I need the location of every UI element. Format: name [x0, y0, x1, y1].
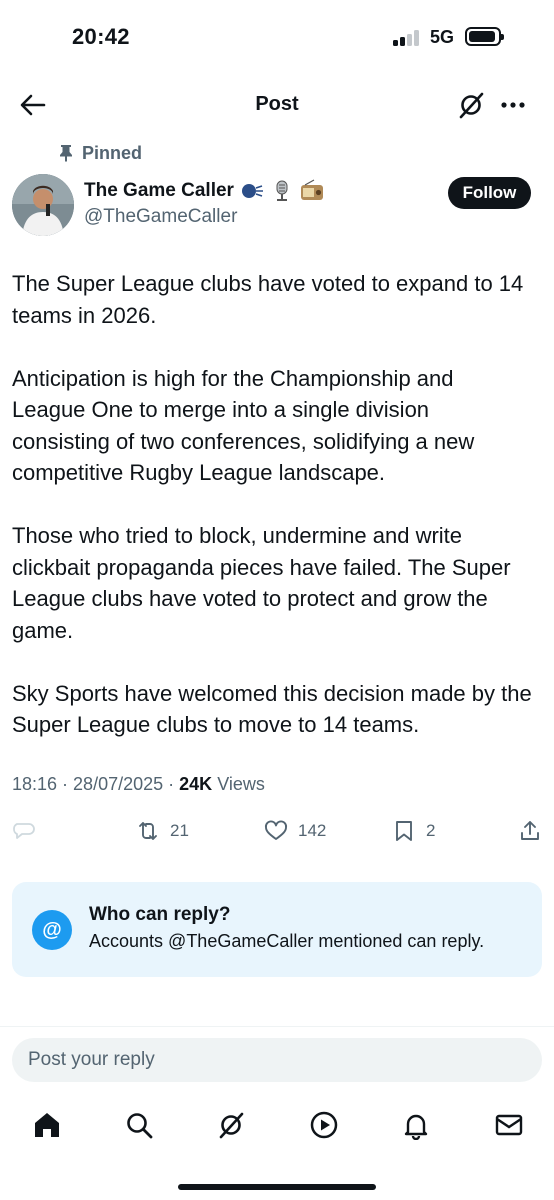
post-paragraph: Anticipation is high for the Championshi… [12, 365, 475, 486]
post-paragraph: Sky Sports have welcomed this decision m… [12, 680, 532, 738]
pin-icon [60, 145, 72, 162]
post-date: 28/07/2025 [73, 774, 164, 794]
repost-icon [139, 822, 157, 840]
status-time: 20:42 [72, 24, 130, 49]
status-bar: 20:42 5G [0, 0, 554, 70]
grok-icon [219, 1112, 244, 1139]
play-icon [310, 1111, 338, 1139]
like-button[interactable]: 142 [264, 814, 326, 848]
home-indicator [178, 1184, 376, 1190]
nav-video[interactable] [309, 1110, 339, 1140]
reply-restriction-notice: @ Who can reply? Accounts @TheGameCaller… [12, 882, 542, 977]
views-label: Views [217, 774, 265, 794]
network-label: 5G [430, 27, 455, 47]
speaking-head-icon [241, 184, 263, 198]
bookmark-button[interactable]: 2 [392, 814, 435, 848]
microphone-icon [276, 180, 288, 201]
avatar[interactable] [12, 174, 74, 236]
radio-icon [300, 179, 323, 200]
divider [0, 1026, 554, 1027]
signal-icon [393, 30, 421, 46]
repost-button[interactable]: 21 [136, 814, 189, 848]
bell-icon [404, 1114, 428, 1141]
post-meta: 18:16 · 28/07/2025 · 24K Views [12, 774, 265, 794]
comment-icon [13, 823, 35, 839]
at-sign-icon: @ [32, 910, 72, 950]
mail-icon [495, 1114, 523, 1136]
reply-restriction-title: Who can reply? [89, 904, 231, 925]
grok-button[interactable] [456, 90, 486, 120]
share-icon [521, 821, 539, 840]
nav-grok[interactable] [216, 1110, 246, 1140]
nav-home[interactable] [32, 1110, 62, 1140]
bookmark-count: 2 [426, 821, 436, 840]
pinned-indicator: Pinned [58, 142, 142, 164]
author-handle[interactable]: @TheGameCaller [84, 206, 237, 228]
reply-restriction-subtitle: Accounts @TheGameCaller mentioned can re… [89, 931, 485, 951]
heart-icon [265, 820, 287, 840]
author-name[interactable]: The Game Caller [84, 180, 234, 202]
avatar-image [12, 174, 74, 236]
battery-icon [465, 27, 504, 46]
share-button[interactable] [518, 814, 542, 848]
more-options-button[interactable] [498, 90, 528, 120]
repost-count: 21 [170, 821, 189, 840]
nav-notifications[interactable] [401, 1110, 431, 1141]
reply-input[interactable] [12, 1038, 542, 1082]
post-text: The Super League clubs have voted to exp… [12, 268, 532, 772]
home-icon [35, 1113, 59, 1137]
like-count: 142 [298, 821, 327, 840]
bookmark-icon [396, 821, 412, 841]
author-name-row: The Game Caller [84, 179, 324, 203]
nav-messages[interactable] [494, 1110, 524, 1140]
top-header: Post [0, 80, 554, 130]
search-icon [127, 1113, 153, 1139]
post-paragraph: The Super League clubs have voted to exp… [12, 271, 524, 328]
reply-button[interactable] [12, 814, 36, 848]
follow-button[interactable]: Follow [448, 177, 531, 209]
pinned-label: Pinned [82, 142, 143, 163]
post-time: 18:16 [12, 774, 58, 794]
grok-icon [459, 92, 484, 119]
post-paragraph: Those who tried to block, undermine and … [12, 523, 511, 643]
nav-search[interactable] [124, 1110, 154, 1140]
views-count[interactable]: 24K [179, 774, 212, 794]
more-dots-icon [501, 102, 525, 108]
post-actions: 21 142 2 [0, 814, 554, 848]
bottom-nav [0, 1106, 554, 1146]
